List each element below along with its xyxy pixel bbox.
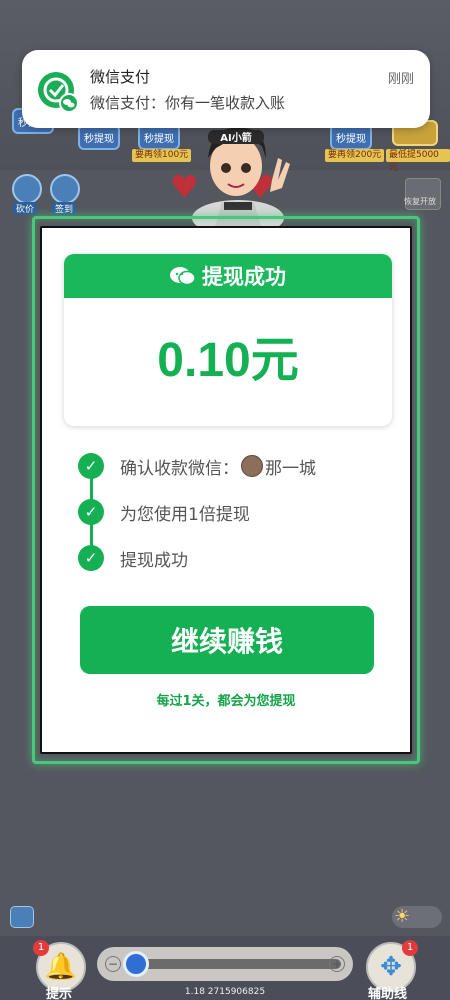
wechat-icon	[170, 267, 196, 286]
bg-tag: 最低提5000元	[386, 149, 450, 173]
success-title: 提现成功	[202, 265, 286, 289]
check-icon: ✓	[78, 545, 104, 571]
zoom-in-icon[interactable]: +	[329, 956, 345, 972]
brightness-toggle[interactable]: ☀	[392, 906, 442, 928]
step-label: 提现成功	[120, 550, 188, 571]
notification-time: 刚刚	[387, 72, 414, 87]
bg-side-icon	[12, 174, 42, 204]
guide-badge: 1	[402, 940, 418, 956]
wechat-username: 那一城	[265, 458, 316, 479]
bg-side-label: 签到	[52, 202, 77, 215]
mascot-avatar: AI小箭	[192, 127, 290, 230]
withdraw-success-modal: 提现成功 0.10元 ✓ 确认收款微信： 那一城 ✓ 为您使用1倍提现 ✓ 提现…	[40, 226, 412, 754]
sun-icon: ☀	[394, 906, 411, 927]
wechat-pay-icon	[38, 72, 79, 113]
check-icon: ✓	[78, 499, 104, 525]
bg-chip-label: 秒提现	[336, 133, 366, 145]
version-text: 1.18 2715906825	[184, 987, 266, 997]
notification-body: 微信支付：你有一笔收款入账	[90, 94, 286, 112]
withdraw-amount: 0.10元	[157, 334, 299, 387]
bg-tag: 要再领200元	[325, 149, 385, 162]
step-label: 为您使用1倍提现	[120, 504, 250, 525]
mascot-label: AI小箭	[220, 131, 251, 144]
bg-lock-label: 恢复开放	[404, 197, 436, 206]
check-icon: ✓	[78, 453, 104, 479]
success-card: 提现成功 0.10元	[64, 254, 392, 426]
step-text: 确认收款微信： 那一城	[120, 454, 316, 479]
slider-track	[141, 959, 341, 969]
continue-earning-button[interactable]: 继续赚钱	[80, 606, 374, 674]
step-item: ✓ 确认收款微信： 那一城	[78, 452, 316, 480]
hint-badge: 1	[33, 940, 49, 956]
bg-chip-label: 秒提现	[84, 133, 114, 145]
step-item: ✓ 提现成功	[78, 544, 188, 572]
step-label: 确认收款微信：	[120, 458, 239, 479]
guide-line-icon: ✥	[380, 952, 402, 982]
bg-side-icon	[50, 174, 80, 204]
pause-button[interactable]	[10, 906, 34, 928]
slider-knob[interactable]	[123, 951, 149, 977]
wechat-pay-notification[interactable]: 微信支付 微信支付：你有一笔收款入账 刚刚	[22, 50, 430, 128]
success-header: 提现成功	[64, 254, 392, 298]
notification-title: 微信支付	[90, 68, 151, 86]
zoom-out-icon[interactable]: −	[105, 956, 121, 972]
avatar	[241, 455, 263, 477]
bg-chip-label: 秒提现	[144, 133, 174, 145]
zoom-slider[interactable]: − +	[97, 947, 353, 981]
withdraw-hint: 每过1关，都会为您提现	[156, 694, 296, 709]
bell-icon: 🔔	[44, 952, 78, 982]
bg-side-label: 砍价	[13, 202, 38, 215]
step-item: ✓ 为您使用1倍提现	[78, 498, 250, 526]
